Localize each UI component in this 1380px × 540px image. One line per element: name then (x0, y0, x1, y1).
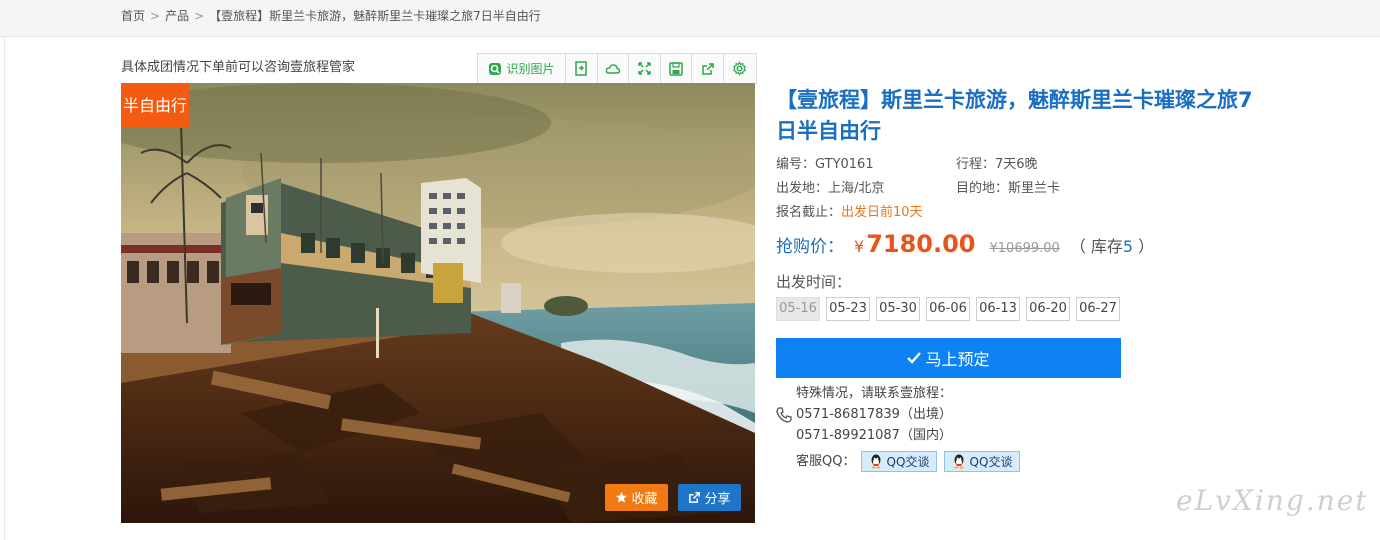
original-price: ¥10699.00 (989, 241, 1060, 256)
book-now-button[interactable]: 马上预定 (776, 338, 1121, 378)
breadcrumb-products[interactable]: 产品 (165, 9, 189, 23)
date-option[interactable]: 05-23 (826, 297, 870, 321)
settings-icon (733, 61, 747, 76)
product-departure: 出发地：上海/北京 (776, 179, 884, 199)
product-deadline: 报名截止：出发日前10天 (776, 203, 923, 223)
product-code: 编号：GTY0161 (776, 155, 874, 175)
product-hero-image[interactable] (121, 83, 755, 523)
star-icon (616, 491, 628, 503)
share-label: 分享 (704, 492, 731, 507)
cloud-button[interactable] (598, 54, 630, 83)
favorite-label: 收藏 (631, 492, 658, 507)
page-border (4, 37, 5, 540)
gallery-caption: 具体成团情况下单前可以咨询壹旅程管家 (121, 60, 356, 75)
site-watermark: eLvXing.net (1176, 484, 1369, 517)
save-icon (669, 61, 683, 76)
product-destination: 目的地：斯里兰卡 (956, 179, 1060, 199)
stock-count: 5 (1122, 237, 1134, 256)
price-value: 7180.00 (866, 230, 976, 258)
departure-date-list: 05-16 05-23 05-30 06-06 06-13 06-20 06-2… (776, 297, 1120, 321)
phone-icon (776, 407, 792, 423)
price-row: 抢购价： ¥ 7180.00 ¥10699.00 （ 库存5 ） (776, 230, 1154, 262)
recognize-image-label: 识别图片 (506, 62, 555, 76)
qq-penguin-icon (954, 454, 964, 469)
fullscreen-button[interactable] (629, 54, 661, 83)
qq-chat-button[interactable]: QQ交谈 (861, 451, 937, 472)
breadcrumb: 首页 > 产品 > 【壹旅程】斯里兰卡旅游，魅醉斯里兰卡璀璨之旅7日半自由行 (121, 0, 541, 32)
share-button[interactable]: 分享 (678, 484, 741, 511)
cloud-icon (605, 63, 621, 74)
breadcrumb-home[interactable]: 首页 (121, 9, 145, 23)
product-deadline-label: 报名截止： (776, 205, 842, 220)
stock-suffix: ） (1133, 237, 1155, 256)
date-option[interactable]: 06-20 (1026, 297, 1070, 321)
stock-info: （ 库存5 ） (1070, 233, 1154, 257)
phone-outbound[interactable]: 0571-86817839（出境） (796, 405, 952, 425)
contact-intro: 特殊情况，请联系壹旅程： (796, 386, 953, 401)
phone-domestic[interactable]: 0571-89921087（国内） (796, 426, 952, 446)
qq-chat-label: QQ交谈 (886, 455, 930, 469)
recognize-image-button[interactable]: 识别图片 (478, 54, 566, 83)
search-icon (489, 62, 502, 75)
export-button[interactable] (566, 54, 598, 83)
save-button[interactable] (661, 54, 693, 83)
date-option[interactable]: 06-27 (1076, 297, 1120, 321)
product-destination-label: 目的地： (956, 181, 1009, 196)
product-title: 【壹旅程】斯里兰卡旅游，魅醉斯里兰卡璀璨之旅7日半自由行 (776, 88, 1253, 143)
breadcrumb-separator: > (150, 9, 161, 23)
price-label: 抢购价： (776, 237, 844, 257)
favorite-button[interactable]: 收藏 (605, 484, 668, 511)
share-out-icon (701, 62, 714, 75)
date-option[interactable]: 06-13 (976, 297, 1020, 321)
product-departure-label: 出发地： (776, 181, 829, 196)
fullscreen-icon (638, 62, 651, 75)
export-icon (575, 61, 588, 76)
share-out-button[interactable] (692, 54, 724, 83)
share-icon (689, 492, 701, 503)
product-code-label: 编号： (776, 157, 816, 172)
product-departure-value: 上海/北京 (828, 181, 885, 196)
qq-label: 客服QQ： (796, 454, 856, 469)
book-now-label: 马上预定 (925, 350, 990, 369)
product-code-value: GTY0161 (815, 157, 874, 172)
product-duration-value: 7天6晚 (995, 157, 1038, 172)
date-option[interactable]: 06-06 (926, 297, 970, 321)
product-duration-label: 行程： (956, 157, 996, 172)
stock-prefix: （ 库存 (1069, 237, 1123, 256)
product-duration: 行程：7天6晚 (956, 155, 1038, 175)
check-icon (907, 352, 922, 364)
breadcrumb-current: 【壹旅程】斯里兰卡旅游，魅醉斯里兰卡璀璨之旅7日半自由行 (209, 9, 541, 23)
qq-chat-button[interactable]: QQ交谈 (944, 451, 1020, 472)
product-destination-value: 斯里兰卡 (1008, 181, 1061, 196)
image-toolbar: 识别图片 (477, 53, 757, 84)
qq-chat-label: QQ交谈 (969, 455, 1013, 469)
price-currency: ¥ (854, 237, 865, 256)
qq-penguin-icon (871, 454, 881, 469)
product-type-tag: 半自由行 (121, 83, 189, 128)
settings-button[interactable] (724, 54, 756, 83)
date-option[interactable]: 05-30 (876, 297, 920, 321)
product-deadline-value: 出发日前10天 (841, 205, 923, 220)
date-option[interactable]: 05-16 (776, 297, 820, 321)
departure-date-label: 出发时间： (776, 273, 852, 291)
breadcrumb-separator: > (194, 9, 205, 23)
